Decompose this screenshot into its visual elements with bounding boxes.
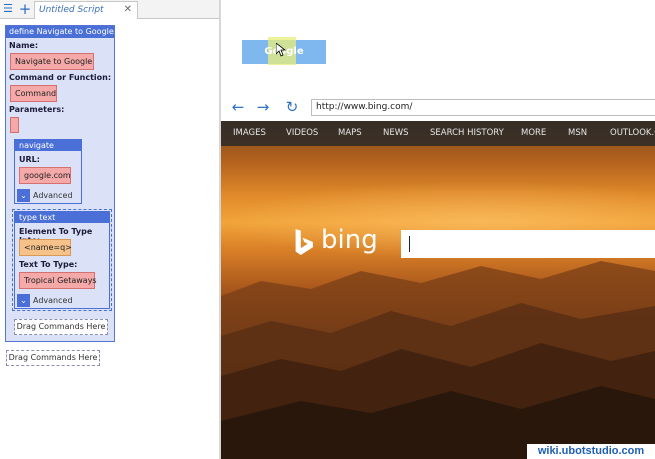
bing-nav-outlook[interactable]: OUTLOOK.COM [610, 128, 655, 138]
bing-logo-text: bing [321, 225, 378, 255]
advanced-label[interactable]: Advanced [33, 296, 73, 305]
bing-nav-images[interactable]: IMAGES [233, 128, 266, 138]
browser-toolbar: ← → ↻ http://www.bing.com/ [221, 96, 655, 120]
text-to-type-label: Text To Type: [19, 260, 78, 269]
bing-page: IMAGES VIDEOS MAPS NEWS SEARCH HISTORY M… [221, 121, 655, 459]
tab-title: Untitled Script [39, 5, 104, 15]
address-bar[interactable]: http://www.bing.com/ [311, 99, 655, 116]
bing-nav-news[interactable]: NEWS [383, 128, 409, 138]
tab-bar: ☰ + Untitled Script ✕ [0, 0, 220, 19]
plus-icon[interactable]: + [18, 1, 32, 17]
tab-untitled-script[interactable]: Untitled Script ✕ [34, 1, 138, 19]
url-field[interactable]: google.com [19, 167, 71, 184]
bing-nav-search-history[interactable]: SEARCH HISTORY [430, 128, 504, 138]
url-label: URL: [19, 155, 40, 164]
hamburger-icon[interactable]: ☰ [2, 3, 14, 15]
navigate-block[interactable]: navigate URL: google.com ⌄ Advanced [14, 139, 82, 204]
mountain-background [221, 261, 655, 459]
arrow-right-icon[interactable]: → [254, 98, 272, 116]
bing-nav-videos[interactable]: VIDEOS [286, 128, 318, 138]
type-text-header[interactable]: type text [15, 212, 109, 223]
bing-nav-bar: IMAGES VIDEOS MAPS NEWS SEARCH HISTORY M… [221, 121, 655, 146]
bing-search-input[interactable] [401, 230, 655, 258]
arrow-left-icon[interactable]: ← [229, 98, 247, 116]
parameters-label: Parameters: [9, 105, 65, 114]
bing-logo-icon [295, 229, 313, 255]
text-to-type-field[interactable]: Tropical Getaways [19, 272, 97, 289]
drag-commands-here-outer[interactable]: Drag Commands Here [6, 350, 100, 366]
command-or-function-label: Command or Function: [9, 73, 112, 82]
element-field[interactable]: <name=q> [19, 239, 72, 256]
name-field[interactable]: Navigate to Google [10, 53, 94, 70]
drag-commands-here-inner[interactable]: Drag Commands Here [14, 319, 108, 335]
parameters-field[interactable] [10, 117, 19, 133]
define-header[interactable]: define Navigate to Google [6, 26, 114, 38]
bing-nav-msn[interactable]: MSN [568, 128, 587, 138]
refresh-icon[interactable]: ↻ [283, 98, 301, 116]
chevron-down-icon[interactable]: ⌄ [17, 294, 30, 307]
name-label: Name: [9, 41, 39, 50]
define-command-block[interactable]: define Navigate to Google Name: Navigate… [5, 25, 115, 342]
text-caret [409, 236, 410, 252]
close-icon[interactable]: ✕ [124, 4, 132, 15]
mouse-cursor-icon [276, 43, 286, 57]
bing-nav-maps[interactable]: MAPS [338, 128, 362, 138]
chevron-down-icon[interactable]: ⌄ [17, 189, 30, 202]
navigate-header[interactable]: navigate [15, 140, 81, 151]
watermark: wiki.ubotstudio.com [527, 444, 655, 459]
bing-nav-more[interactable]: MORE [521, 128, 546, 138]
advanced-label[interactable]: Advanced [33, 191, 73, 200]
type-text-block[interactable]: type text Element To Type Into: <name=q>… [12, 209, 112, 311]
command-field[interactable]: Command [10, 85, 57, 102]
